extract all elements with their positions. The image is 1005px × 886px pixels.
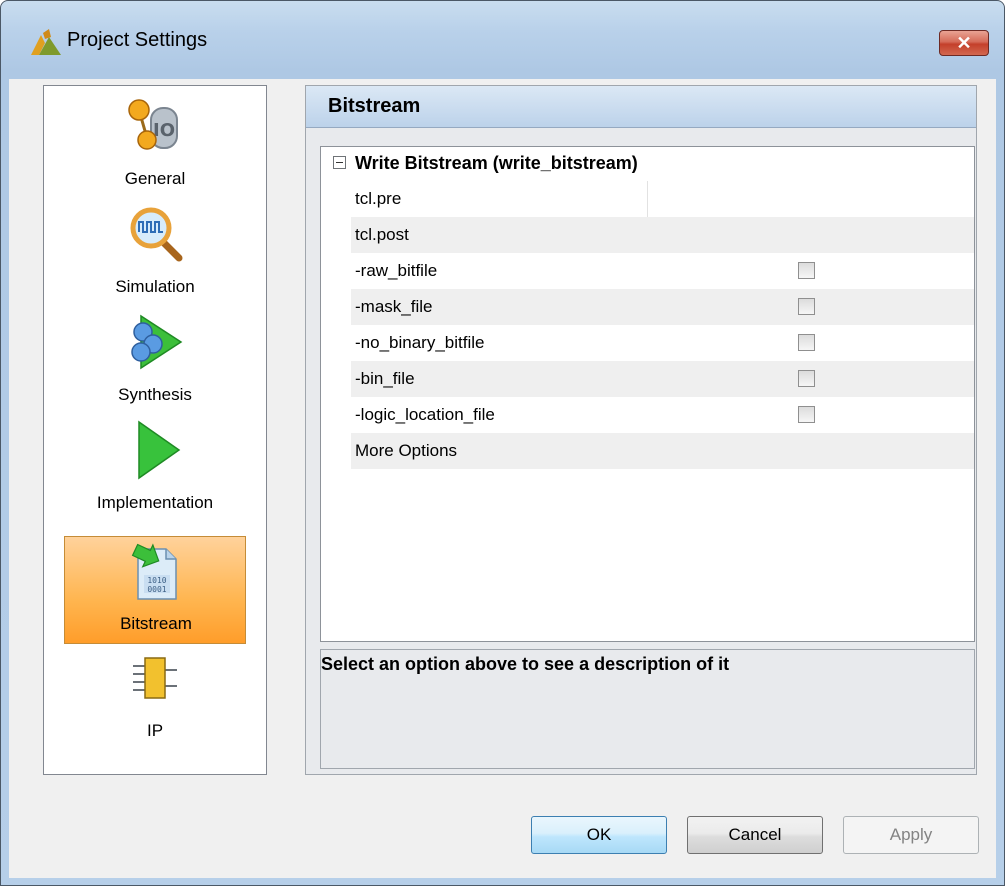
svg-text:1010: 1010 bbox=[147, 576, 166, 585]
settings-category-list: IO General Simulation Synthesis Implemen… bbox=[43, 85, 267, 775]
option-row-tcl-pre[interactable]: tcl.pre bbox=[351, 181, 974, 217]
nav-item-label: Synthesis bbox=[118, 385, 192, 404]
mask-file-checkbox[interactable] bbox=[798, 298, 815, 315]
gear-balls-icon: IO bbox=[128, 99, 178, 150]
raw-bitfile-checkbox[interactable] bbox=[798, 262, 815, 279]
dialog-body: IO General Simulation Synthesis Implemen… bbox=[9, 79, 996, 878]
nav-item-ip[interactable]: IP bbox=[64, 644, 246, 752]
close-button[interactable]: ✕ bbox=[939, 30, 989, 56]
collapse-toggle-icon[interactable] bbox=[333, 156, 346, 169]
option-label: -mask_file bbox=[355, 297, 433, 316]
bin-file-checkbox[interactable] bbox=[798, 370, 815, 387]
option-label: -raw_bitfile bbox=[355, 261, 438, 280]
panel-header: Bitstream bbox=[306, 86, 976, 128]
nav-item-label: Implementation bbox=[96, 493, 214, 512]
svg-text:0001: 0001 bbox=[147, 585, 166, 594]
nav-item-label: IP bbox=[146, 721, 164, 740]
option-row-logic-location-file[interactable]: -logic_location_file bbox=[351, 397, 974, 433]
bitstream-file-icon: 1010 0001 bbox=[131, 543, 177, 600]
nav-item-implementation[interactable]: Implementation bbox=[64, 416, 246, 524]
option-label: -bin_file bbox=[355, 369, 415, 388]
option-label: tcl.post bbox=[355, 225, 409, 244]
play-triangle-icon bbox=[138, 420, 181, 480]
column-divider bbox=[647, 181, 648, 217]
options-table: Write Bitstream (write_bitstream) tcl.pr… bbox=[320, 146, 975, 642]
window-title: Project Settings bbox=[67, 29, 208, 51]
option-row-mask-file[interactable]: -mask_file bbox=[351, 289, 974, 325]
settings-panel: Bitstream Write Bitstream (write_bitstre… bbox=[305, 85, 977, 775]
nav-item-bitstream[interactable]: 1010 0001 Bitstream bbox=[64, 536, 246, 644]
description-pane: Select an option above to see a descript… bbox=[320, 649, 975, 769]
option-row-no-binary-bitfile[interactable]: -no_binary_bitfile bbox=[351, 325, 974, 361]
nav-item-label: Bitstream bbox=[120, 614, 192, 633]
close-icon: ✕ bbox=[956, 33, 972, 53]
nav-item-synthesis[interactable]: Synthesis bbox=[64, 308, 246, 416]
apply-button[interactable]: Apply bbox=[843, 816, 979, 854]
panel-title: Bitstream bbox=[328, 95, 421, 117]
ok-button[interactable]: OK bbox=[531, 816, 667, 854]
ip-chip-icon bbox=[133, 657, 177, 699]
option-row-tcl-post[interactable]: tcl.post bbox=[351, 217, 974, 253]
logic-location-file-checkbox[interactable] bbox=[798, 406, 815, 423]
vivado-logo-icon bbox=[31, 29, 61, 55]
option-row-raw-bitfile[interactable]: -raw_bitfile bbox=[351, 253, 974, 289]
cancel-button[interactable]: Cancel bbox=[687, 816, 823, 854]
magnifier-waveform-icon bbox=[130, 207, 183, 262]
option-row-bin-file[interactable]: -bin_file bbox=[351, 361, 974, 397]
option-label: -logic_location_file bbox=[355, 405, 495, 424]
option-label: -no_binary_bitfile bbox=[355, 333, 485, 352]
option-label: More Options bbox=[355, 441, 458, 460]
nav-item-general[interactable]: IO General bbox=[64, 92, 246, 200]
nav-item-label: General bbox=[124, 169, 186, 188]
option-row-more-options[interactable]: More Options bbox=[351, 433, 974, 469]
project-settings-window: Project Settings ✕ IO General Simulation… bbox=[0, 0, 1005, 886]
title-bar[interactable]: Project Settings ✕ bbox=[1, 1, 1004, 79]
description-text: Select an option above to see a descript… bbox=[321, 654, 730, 674]
nav-item-simulation[interactable]: Simulation bbox=[64, 200, 246, 308]
nav-item-label: Simulation bbox=[115, 277, 195, 296]
no-binary-bitfile-checkbox[interactable] bbox=[798, 334, 815, 351]
synthesis-arrow-icon bbox=[131, 314, 183, 370]
group-row-write-bitstream[interactable]: Write Bitstream (write_bitstream) bbox=[321, 147, 974, 181]
option-label: tcl.pre bbox=[355, 189, 402, 208]
group-label: Write Bitstream (write_bitstream) bbox=[355, 153, 638, 173]
